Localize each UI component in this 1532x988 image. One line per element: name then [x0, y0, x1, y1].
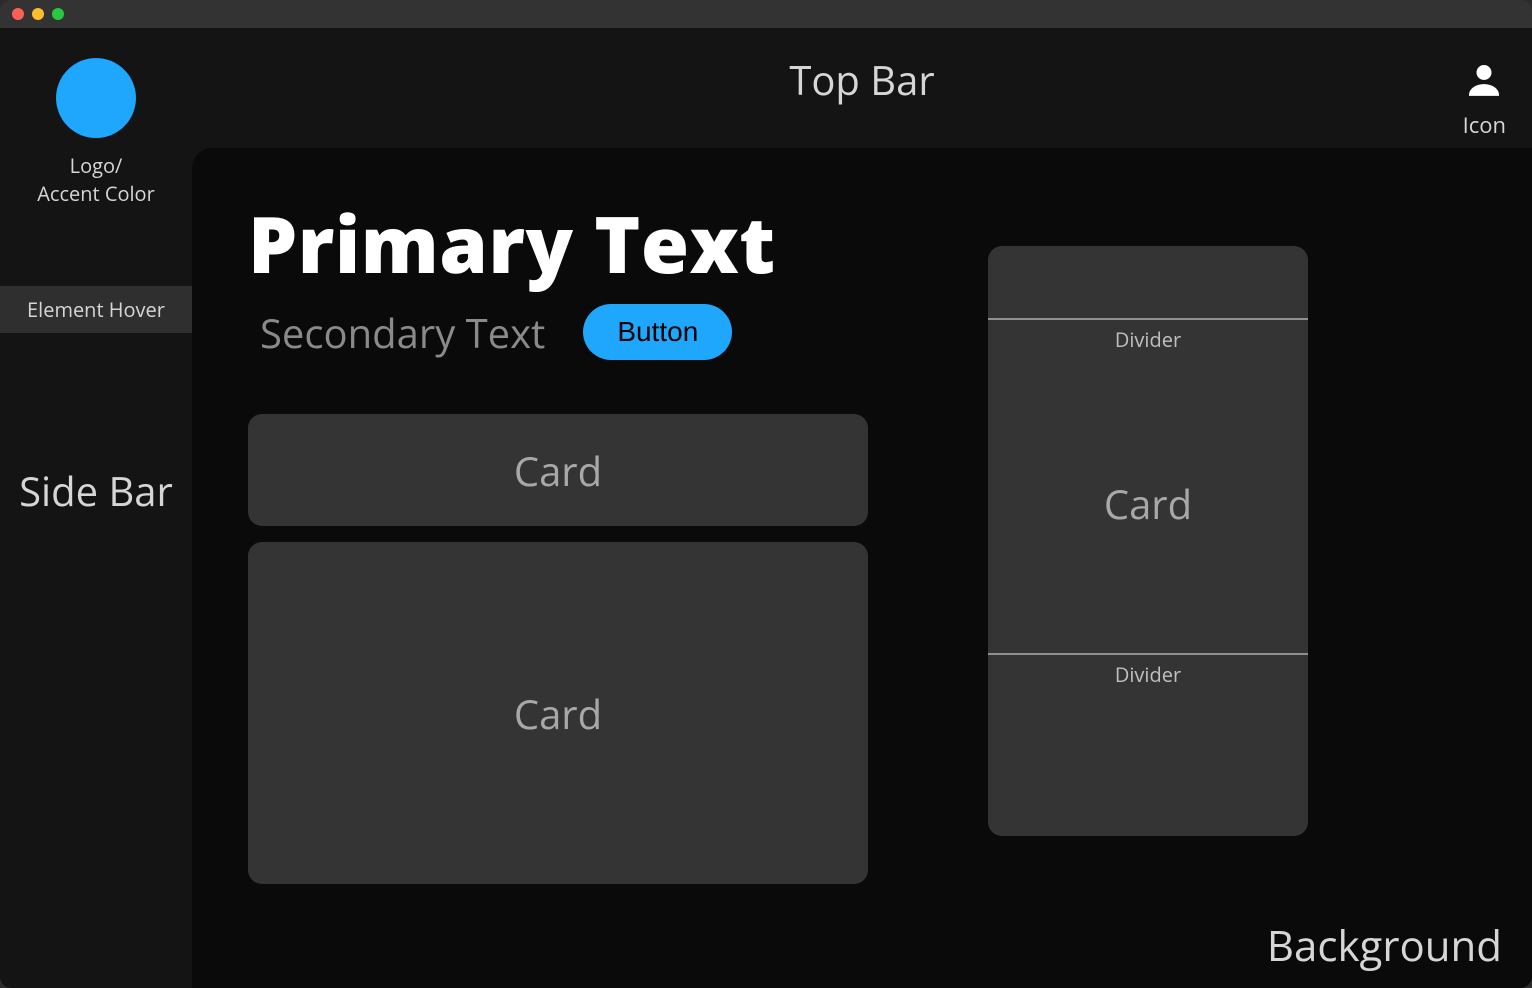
- sidebar: Logo/ Accent Color Element Hover Side Ba…: [0, 28, 192, 988]
- card-mid-section: Card: [988, 353, 1308, 653]
- secondary-text: Secondary Text: [260, 305, 545, 360]
- top-bar-title: Top Bar: [789, 52, 934, 107]
- user-icon[interactable]: [1464, 60, 1504, 100]
- maximize-window-button[interactable]: [52, 8, 64, 20]
- primary-button[interactable]: Button: [583, 304, 732, 360]
- main-left-column: Primary Text Secondary Text Button Card …: [248, 190, 868, 946]
- main-right-column: Divider Card Divider: [988, 190, 1308, 946]
- card-small[interactable]: Card: [248, 414, 868, 526]
- divider-label-bottom: Divider: [988, 655, 1308, 688]
- logo-label-line2: Accent Color: [37, 180, 155, 207]
- icon-label: Icon: [1463, 110, 1506, 140]
- logo-label-line1: Logo/: [70, 152, 123, 179]
- primary-text-heading: Primary Text: [248, 190, 868, 296]
- sidebar-title: Side Bar: [9, 463, 183, 518]
- card-large-label: Card: [514, 686, 602, 741]
- app-window: Logo/ Accent Color Element Hover Side Ba…: [0, 0, 1532, 988]
- card-large[interactable]: Card: [248, 542, 868, 884]
- card-top-section: [988, 246, 1308, 318]
- background-label: Background: [1267, 917, 1502, 974]
- sidebar-hover-item[interactable]: Element Hover: [0, 286, 192, 333]
- close-window-button[interactable]: [12, 8, 24, 20]
- card-tall[interactable]: Divider Card Divider: [988, 246, 1308, 836]
- secondary-row: Secondary Text Button: [248, 304, 868, 360]
- sidebar-hover-label: Element Hover: [27, 296, 165, 323]
- card-small-label: Card: [514, 443, 602, 498]
- minimize-window-button[interactable]: [32, 8, 44, 20]
- main-background-panel: Primary Text Secondary Text Button Card …: [192, 148, 1532, 988]
- window-titlebar: [0, 0, 1532, 28]
- top-bar: Top Bar Icon: [192, 28, 1532, 148]
- app-body: Logo/ Accent Color Element Hover Side Ba…: [0, 28, 1532, 988]
- right-area: Top Bar Icon Primary Text Secondary Text: [192, 28, 1532, 988]
- card-bottom-section: [988, 688, 1308, 836]
- primary-button-label: Button: [617, 316, 698, 347]
- logo-label: Logo/ Accent Color: [37, 152, 155, 208]
- logo-accent-circle[interactable]: [56, 58, 136, 138]
- card-tall-label: Card: [1104, 476, 1192, 531]
- topbar-icon-area: Icon: [1463, 60, 1506, 140]
- divider-label-top: Divider: [988, 320, 1308, 353]
